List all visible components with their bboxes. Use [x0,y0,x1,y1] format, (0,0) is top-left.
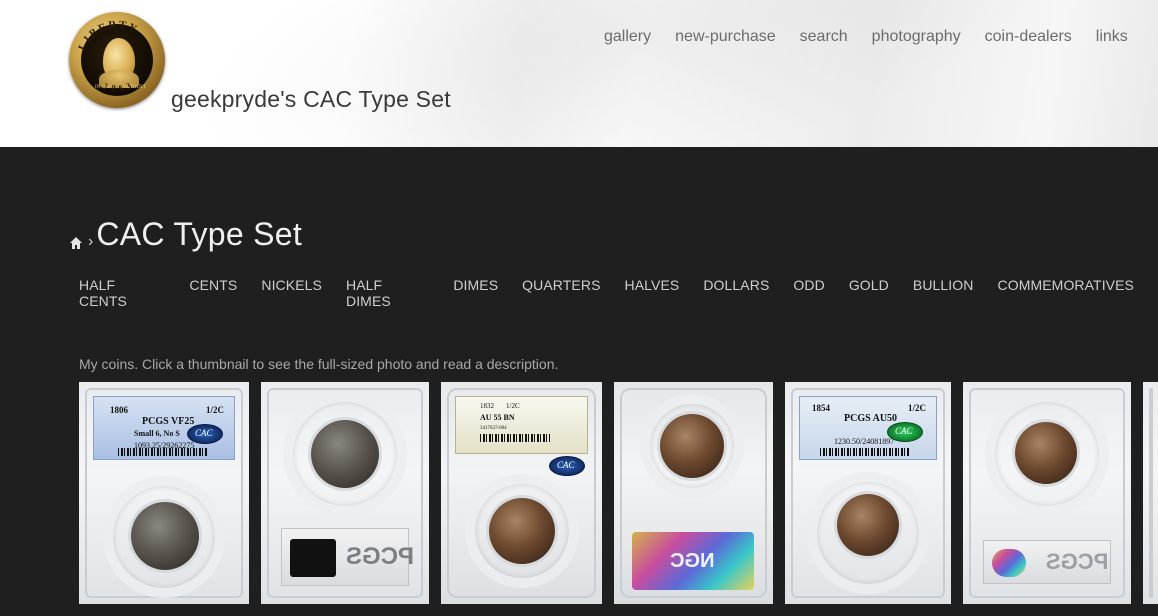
cac-sticker-text: CAC [557,460,575,470]
label-year: 1854 [812,403,830,413]
thumbnail-1854-half-cent-reverse[interactable]: PCGS [963,382,1131,604]
site-header: LIBERTY 1983 IN GOD WE TRUST geekpryde's… [0,0,1158,147]
coin-image [1015,422,1077,484]
ngc-hologram-label: NGC [632,532,754,590]
label-year: 1832 [480,402,494,410]
label-barcode [480,434,550,442]
category-cents[interactable]: CENTS [189,277,237,309]
pcgs-logo-text: PCGS [346,543,415,570]
category-half-dimes[interactable]: HALF DIMES [346,277,429,309]
category-dollars[interactable]: DOLLARS [703,277,769,309]
label-barcode [820,448,910,456]
thumbnail-1854-half-cent-obverse[interactable]: 1854 1/2C PCGS AU50 1230.50/24081897 CAC [785,382,951,604]
coin-image [131,502,199,570]
ngc-logo-text: NGC [670,550,715,572]
coin-image [660,414,724,478]
nav-item-search[interactable]: search [800,28,848,46]
thumbnail-next-partial[interactable] [1143,382,1158,604]
pcgs-logo-text: PCGS [1046,549,1109,574]
site-logo[interactable]: LIBERTY 1983 IN GOD WE TRUST [69,12,165,108]
nav-item-links[interactable]: links [1096,28,1128,46]
label-grade: PCGS VF25 [142,416,195,427]
site-title[interactable]: geekpryde's CAC Type Set [171,86,451,113]
label-denomination: 1/2C [908,403,926,413]
nav-item-photography[interactable]: photography [872,28,961,46]
cac-sticker: CAC [549,456,585,476]
gallery-description: My coins. Click a thumbnail to see the f… [79,356,559,372]
category-quarters[interactable]: QUARTERS [522,277,600,309]
thumbnail-1806-half-cent-obverse[interactable]: 1806 1/2C PCGS VF25 Small 6, No S 1093.2… [79,382,249,604]
category-half-cents[interactable]: HALF CENTS [79,277,165,309]
category-nickels[interactable]: NICKELS [261,277,322,309]
label-grade: AU 55 BN [480,413,515,422]
category-commemoratives[interactable]: COMMEMORATIVES [998,277,1134,309]
thumbnail-1832-half-cent-obverse[interactable]: 1832 1/2C AU 55 BN 3417637-004 CAC [441,382,602,604]
logo-legend-left: IN GOD [95,85,113,90]
logo-legend-right: WE TRUST [121,85,146,90]
top-navigation: gallery new-purchase search photography … [604,28,1152,46]
nav-item-new-purchase[interactable]: new-purchase [675,28,776,46]
hologram-panel [290,539,336,577]
hologram-panel [992,549,1026,577]
cac-sticker: CAC [187,424,223,444]
coin-image [489,498,555,564]
breadcrumb-separator: › [88,232,94,250]
coin-image [837,494,899,556]
category-dimes[interactable]: DIMES [453,277,498,309]
label-grade: PCGS AU50 [844,413,898,424]
cac-sticker-text: CAC [195,428,213,438]
category-gold[interactable]: GOLD [849,277,889,309]
slab-edge [1149,388,1153,598]
pcgs-back-label: PCGS [983,540,1111,584]
coin-image [311,420,379,488]
label-variety: Small 6, No S [134,429,180,438]
label-cert: 1230.50/24081897 [834,437,895,446]
logo-legend: LIBERTY 1983 IN GOD WE TRUST [76,19,146,94]
ngc-label: 1832 1/2C AU 55 BN 3417637-004 [455,396,588,454]
cac-sticker: CAC [887,422,923,442]
svg-text:LIBERTY: LIBERTY [76,19,140,53]
breadcrumb: › CAC Type Set [69,216,302,253]
thumbnail-1806-half-cent-reverse[interactable]: PCGS [261,382,429,604]
label-denomination: 1/2C [506,402,520,410]
category-halves[interactable]: HALVES [625,277,680,309]
category-navigation: HALF CENTS CENTS NICKELS HALF DIMES DIME… [79,277,1158,309]
nav-item-gallery[interactable]: gallery [604,28,651,46]
label-year: 1806 [110,405,128,415]
label-cert: 3417637-004 [480,426,507,431]
header-background-swoosh [158,0,1102,147]
pcgs-back-label: PCGS [281,528,414,586]
logo-legend-top: LIBERTY [76,19,138,53]
home-icon[interactable] [69,236,83,250]
label-barcode [118,448,208,456]
thumbnail-1832-half-cent-reverse[interactable]: NGC [614,382,773,604]
category-odd[interactable]: ODD [793,277,824,309]
label-denomination: 1/2C [206,405,224,415]
category-bullion[interactable]: BULLION [913,277,974,309]
nav-item-coin-dealers[interactable]: coin-dealers [985,28,1072,46]
cac-sticker-text: CAC [895,426,913,436]
page-title: CAC Type Set [96,216,303,252]
